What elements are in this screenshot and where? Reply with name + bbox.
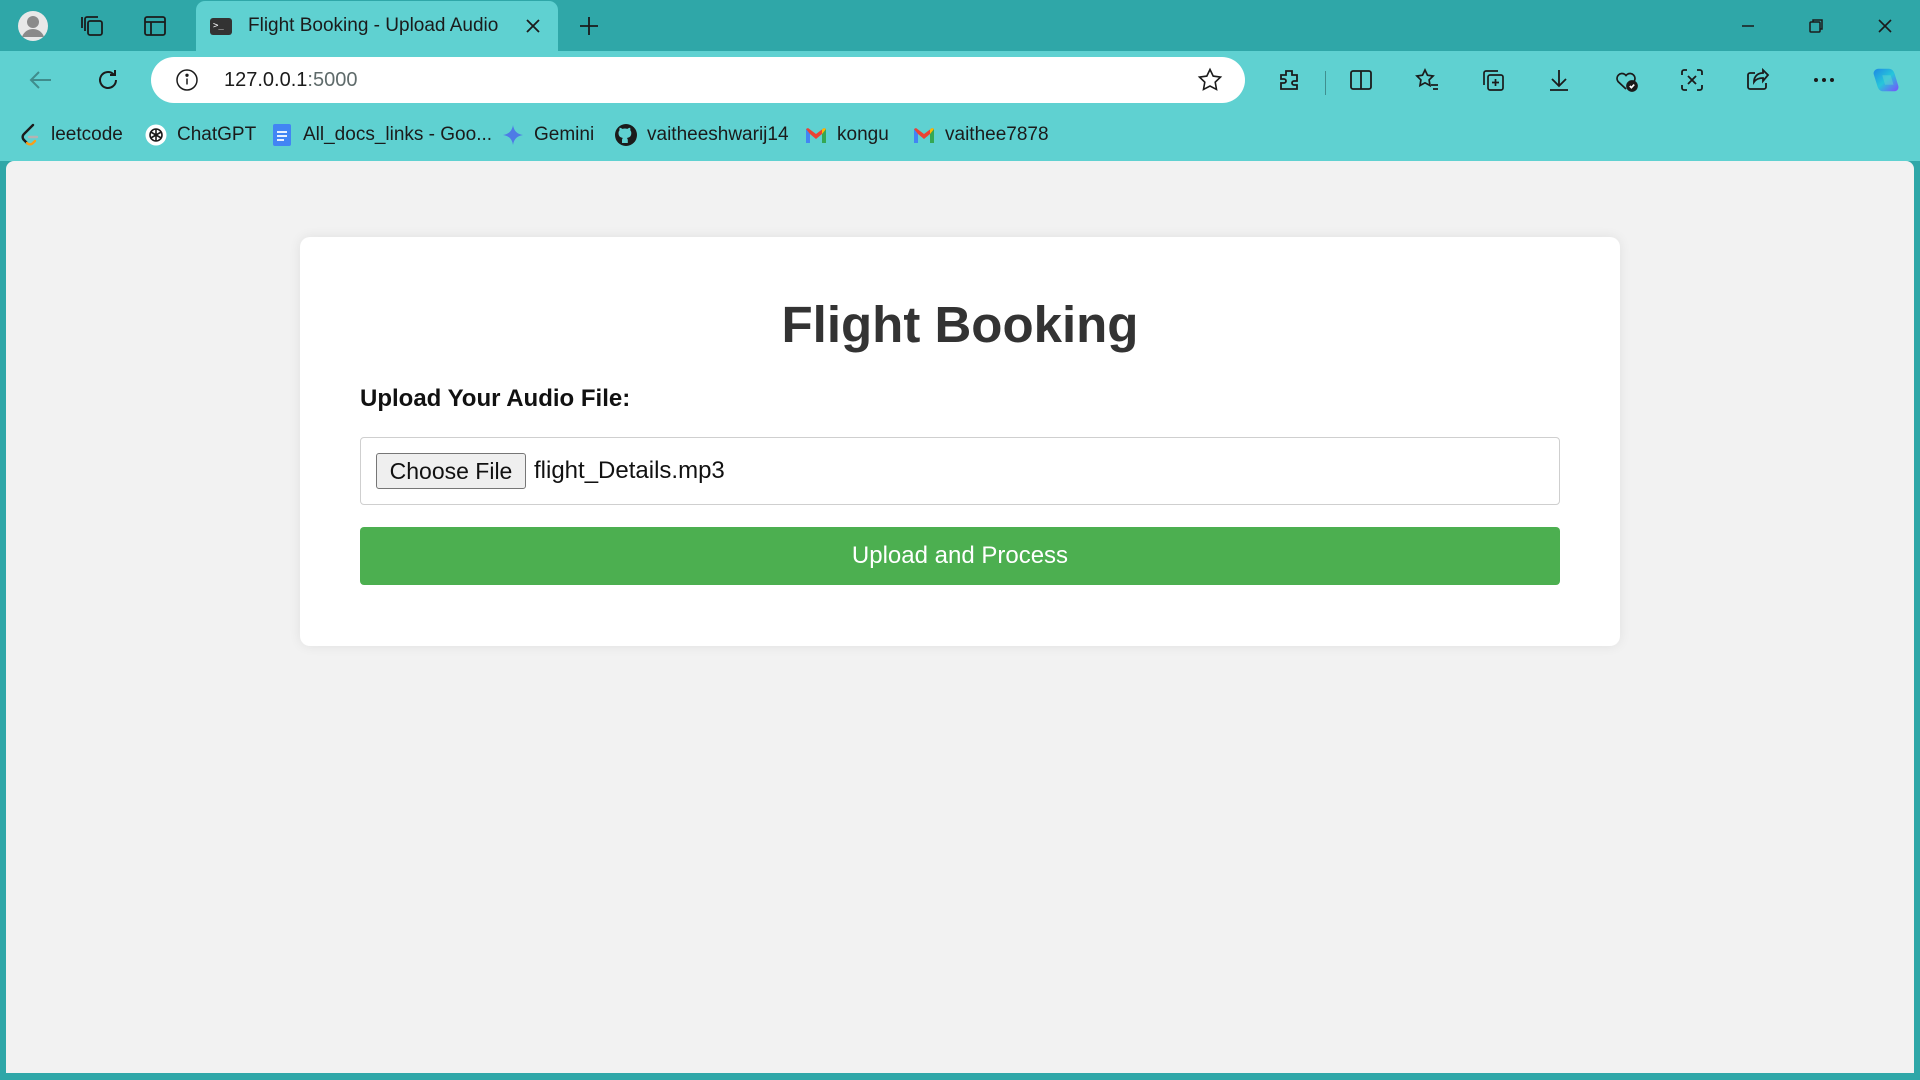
tab-close-icon[interactable] (518, 11, 548, 41)
collections-icon[interactable] (1477, 64, 1509, 96)
more-options-icon[interactable] (1808, 64, 1840, 96)
leetcode-icon (18, 123, 42, 147)
extensions-icon[interactable] (1273, 64, 1305, 96)
new-tab-icon[interactable] (571, 8, 607, 44)
gmail-icon (804, 123, 828, 147)
choose-file-button[interactable]: Choose File (376, 453, 526, 489)
bookmark-label: kongu (837, 124, 889, 145)
bookmark-all-docs-links[interactable]: All_docs_links - Goo... (270, 121, 492, 149)
bookmark-label: ChatGPT (177, 124, 257, 145)
bookmark-chatgpt[interactable]: ChatGPT (144, 121, 256, 149)
bookmark-label: All_docs_links - Goo... (303, 124, 493, 145)
page-title: Flight Booking (781, 296, 1139, 353)
bookmark-label: vaitheeshwarij14 (647, 124, 789, 145)
tab-flight-booking[interactable]: >_ Flight Booking - Upload Audio (196, 1, 558, 51)
restore-icon[interactable] (1796, 8, 1836, 44)
chatgpt-icon (144, 123, 168, 147)
url-host: 127.0.0.1 (224, 69, 308, 91)
bookmark-label: leetcode (51, 124, 123, 145)
favorites-icon[interactable] (1411, 64, 1443, 96)
google-docs-icon (270, 123, 294, 147)
upload-and-process-button[interactable]: Upload and Process (360, 527, 1560, 585)
back-arrow-icon[interactable] (23, 62, 59, 98)
profile-avatar-icon[interactable] (15, 8, 51, 44)
bookmark-kongu[interactable]: kongu (804, 121, 889, 149)
tab-actions-icon[interactable] (137, 8, 173, 44)
address-bar[interactable]: 127.0.0.1:5000 (151, 57, 1245, 103)
workspaces-icon[interactable] (75, 8, 111, 44)
bookmarks-bar: leetcode ChatGPT All_docs_links - Goo...… (0, 109, 1920, 161)
upload-label: Upload Your Audio File: (360, 385, 631, 412)
address-url[interactable]: 127.0.0.1:5000 (224, 69, 357, 92)
tab-title: Flight Booking - Upload Audio (248, 15, 499, 36)
terminal-favicon-icon: >_ (210, 17, 232, 35)
refresh-icon[interactable] (90, 62, 126, 98)
window-bottom-border (0, 1073, 1920, 1080)
split-screen-icon[interactable] (1345, 64, 1377, 96)
gemini-icon (501, 123, 525, 147)
browser-toolbar: 127.0.0.1:5000 (0, 51, 1920, 109)
bookmark-label: Gemini (534, 124, 595, 145)
downloads-icon[interactable] (1543, 64, 1575, 96)
selected-file-name: flight_Details.mp3 (534, 457, 725, 484)
site-info-icon[interactable] (175, 68, 199, 92)
screenshot-icon[interactable] (1676, 64, 1708, 96)
bookmark-label: vaithee7878 (945, 124, 1049, 145)
audio-file-input[interactable]: Choose File flight_Details.mp3 (360, 437, 1560, 505)
bookmark-github[interactable]: vaitheeshwarij14 (614, 121, 789, 149)
upload-card: Flight Booking Upload Your Audio File: C… (300, 237, 1620, 646)
share-icon[interactable] (1742, 64, 1774, 96)
browser-titlebar: >_ Flight Booking - Upload Audio (0, 0, 1920, 51)
github-icon (614, 123, 638, 147)
close-window-icon[interactable] (1865, 8, 1905, 44)
bookmark-leetcode[interactable]: leetcode (18, 121, 123, 149)
minimize-icon[interactable] (1728, 8, 1768, 44)
page-viewport: Flight Booking Upload Your Audio File: C… (6, 161, 1914, 1073)
url-port: :5000 (307, 69, 358, 91)
browser-essentials-icon[interactable] (1610, 64, 1642, 96)
copilot-icon[interactable] (1870, 64, 1902, 96)
favorite-star-icon[interactable] (1197, 67, 1223, 93)
toolbar-divider (1325, 71, 1326, 95)
bookmark-vaithee7878[interactable]: vaithee7878 (912, 121, 1049, 149)
gmail-icon (912, 123, 936, 147)
bookmark-gemini[interactable]: Gemini (501, 121, 594, 149)
